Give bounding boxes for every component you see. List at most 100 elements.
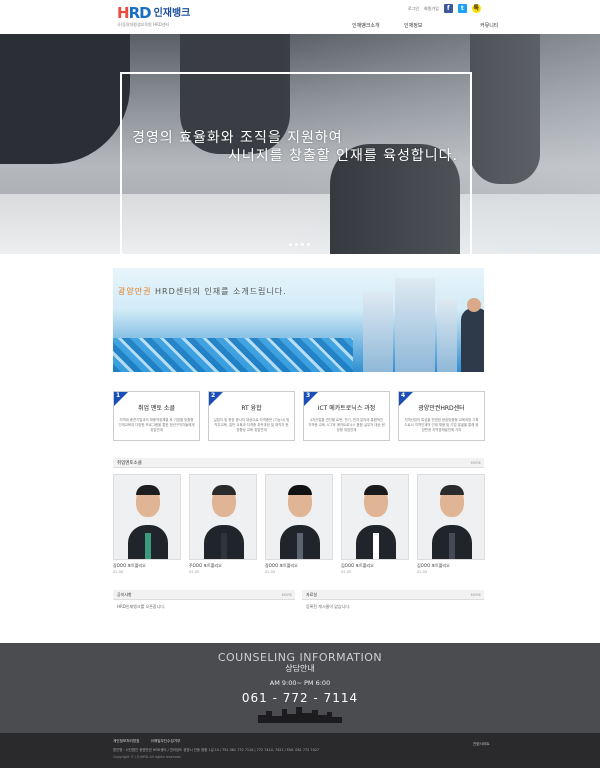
login-link[interactable]: 로그인 bbox=[408, 6, 419, 12]
card-number: 3 bbox=[306, 392, 311, 399]
archive-title: 자료실 bbox=[306, 592, 318, 597]
hero-headline-1: 경영의 효율화와 조직을 지원하여 bbox=[132, 130, 343, 146]
counsel-phone[interactable]: 061 - 772 - 7114 bbox=[0, 691, 600, 705]
graduates-title: 취업멘토소클 bbox=[117, 461, 142, 466]
main-nav: 인재뱅크소개 인재정보 커뮤니티 bbox=[352, 22, 532, 29]
program-card[interactable]: 2 RT 융합 실업자 및 현장 종사자 대상으로 자격증반 (기능사) 및 직… bbox=[208, 391, 295, 441]
intro-banner[interactable]: 광양만권 HRD센터의 인재를 소개드립니다. bbox=[113, 268, 484, 372]
graduate-name[interactable]: 김OOO 포트폴리오 bbox=[417, 563, 485, 569]
program-cards: 1 취업 멘토 소클 지역내 중견기업과의 채용약정체결 후 기업별 맞춤형 인… bbox=[113, 391, 485, 441]
photo-tie bbox=[145, 533, 151, 559]
photo-tie bbox=[297, 533, 303, 559]
footer-copyright: Copyright © (사)HRD All rights reserved. bbox=[113, 755, 182, 759]
graduate-card[interactable]: 김OOO 포트폴리오 02-05 bbox=[417, 474, 485, 574]
twitter-icon[interactable]: t bbox=[457, 4, 467, 13]
footer-links: 개인정보처리방침 이메일무단수집거부 bbox=[113, 739, 190, 744]
program-card[interactable]: 1 취업 멘토 소클 지역내 중견기업과의 채용약정체결 후 기업별 맞춤형 인… bbox=[113, 391, 200, 441]
privacy-policy-link[interactable]: 개인정보처리방침 bbox=[113, 739, 139, 743]
program-card[interactable]: 3 ICT 메카트로닉스 과정 4차산업을 견인할 로봇, 전기, 전자 분야의… bbox=[303, 391, 390, 441]
slider-dot[interactable] bbox=[307, 243, 310, 246]
graduates-header: 취업멘토소클 MORE bbox=[113, 458, 484, 468]
join-link[interactable]: 회원가입 bbox=[424, 6, 439, 12]
banner-person bbox=[461, 308, 484, 372]
notice-more-link[interactable]: MORE bbox=[282, 593, 292, 597]
card-number: 4 bbox=[401, 392, 406, 399]
graduate-name[interactable]: 주OOO 포트폴리오 bbox=[189, 563, 257, 569]
notice-item[interactable]: HRD인재뱅크를 오픈합니다. bbox=[113, 600, 295, 614]
banner-person-head bbox=[467, 298, 481, 312]
email-refusal-link[interactable]: 이메일무단수집거부 bbox=[151, 739, 181, 743]
photo-tie bbox=[373, 533, 379, 559]
footer-address: 법인명 : 사단법인 광양만권 HRD센터 / 전라남도 광양시 인동 현황 1… bbox=[113, 748, 320, 752]
card-desc: 4차산업을 견인할 로봇, 전기, 전자 분야의 통합적인 자격증 교육, IC… bbox=[308, 418, 385, 432]
card-desc: 실업자 및 현장 종사자 대상으로 자격증반 (기능사) 및 직무교육, 일반 … bbox=[213, 418, 290, 432]
building-shape bbox=[437, 298, 457, 372]
nav-about[interactable]: 인재뱅크소개 bbox=[352, 22, 404, 29]
slider-dot[interactable] bbox=[295, 243, 298, 246]
logo-korean: 인재뱅크 bbox=[153, 8, 191, 19]
graduate-photo[interactable] bbox=[341, 474, 409, 560]
slider-dots bbox=[289, 243, 310, 246]
graduate-card[interactable]: 주OOO 포트폴리오 02-05 bbox=[189, 474, 257, 574]
photo-hair bbox=[136, 485, 160, 495]
graduate-card[interactable]: 장OOO 포트폴리오 02-05 bbox=[265, 474, 333, 574]
banner-text: 광양만권 HRD센터의 인재를 소개드립니다. bbox=[118, 287, 287, 296]
building-shape bbox=[395, 278, 435, 372]
photo-hair bbox=[212, 485, 236, 495]
graduate-date: 02-05 bbox=[341, 570, 352, 574]
graduates-list: 강OOO 포트폴리오 02-06 주OOO 포트폴리오 02-05 장OOO 포트폴리오… bbox=[113, 474, 485, 574]
graduate-name[interactable]: 장OOO 포트폴리오 bbox=[265, 563, 333, 569]
banner-cubes bbox=[113, 338, 353, 372]
slider-dot[interactable] bbox=[289, 243, 292, 246]
graduate-name[interactable]: 강OOO 포트폴리오 bbox=[113, 563, 181, 569]
facebook-icon[interactable]: f bbox=[443, 4, 453, 13]
hero-person-shape bbox=[0, 34, 130, 164]
counsel-title: 상담안내 bbox=[285, 664, 315, 673]
graduate-photo[interactable] bbox=[265, 474, 333, 560]
logo-mark: HRD bbox=[117, 4, 152, 22]
graduate-photo[interactable] bbox=[113, 474, 181, 560]
graduate-photo[interactable] bbox=[189, 474, 257, 560]
photo-hair bbox=[364, 485, 388, 495]
building-shape bbox=[363, 292, 393, 372]
hero-slider: 경영의 효율화와 조직을 지원하여 시너지를 창출할 인재를 육성합니다. bbox=[0, 34, 600, 254]
top-links: 로그인 회원가입 f t 톡 bbox=[408, 4, 481, 13]
related-sites-select[interactable]: 관련사이트 bbox=[473, 742, 490, 747]
archive-more-link[interactable]: MORE bbox=[471, 593, 481, 597]
photo-tie bbox=[221, 533, 227, 559]
counsel-hours: AM 9:00~ PM 6:00 bbox=[269, 679, 331, 687]
nav-talent-info[interactable]: 인재정보 bbox=[404, 22, 456, 29]
archive-box: 자료실 MORE 등록된 게시물이 없습니다. bbox=[302, 590, 484, 620]
photo-hair bbox=[288, 485, 312, 495]
program-card[interactable]: 4 광양만권HRD센터 지역산업의 특성을 반영한 현장맞춤형 교육과정 기획으… bbox=[398, 391, 485, 441]
card-desc: 지역내 중견기업과의 채용약정체결 후 기업별 맞춤형 인재교육과 다양한 프로… bbox=[118, 418, 195, 432]
card-number: 1 bbox=[116, 392, 121, 399]
card-number: 2 bbox=[211, 392, 216, 399]
city-skyline-icon bbox=[258, 707, 342, 723]
graduate-date: 02-05 bbox=[189, 570, 200, 574]
graduate-photo[interactable] bbox=[417, 474, 485, 560]
site-header: HRD 인재뱅크 사)동명대평생교육원 HRD센터 로그인 회원가입 f t 톡… bbox=[0, 0, 600, 34]
photo-tie bbox=[449, 533, 455, 559]
graduate-date: 02-05 bbox=[417, 570, 428, 574]
archive-header: 자료실 MORE bbox=[302, 590, 484, 600]
card-desc: 지역산업의 특성을 반영한 현장맞춤형 교육과정 기획으로서 지역인재의 인재 … bbox=[404, 418, 479, 432]
graduate-date: 02-05 bbox=[265, 570, 276, 574]
hero-headline-2: 시너지를 창출할 인재를 육성합니다. bbox=[228, 148, 458, 164]
nav-community[interactable]: 커뮤니티 bbox=[480, 22, 532, 29]
notice-header: 공지사항 MORE bbox=[113, 590, 295, 600]
archive-empty-text: 등록된 게시물이 없습니다. bbox=[306, 604, 351, 609]
graduates-more-link[interactable]: MORE bbox=[471, 461, 481, 465]
site-footer: 개인정보처리방침 이메일무단수집거부 법인명 : 사단법인 광양만권 HRD센터… bbox=[0, 733, 600, 768]
counseling-info: COUNSELING INFORMATION 상담안내 AM 9:00~ PM … bbox=[0, 643, 600, 733]
notice-box: 공지사항 MORE HRD인재뱅크를 오픈합니다. bbox=[113, 590, 295, 620]
notice-title: 공지사항 bbox=[117, 592, 132, 597]
graduate-card[interactable]: 강OOO 포트폴리오 02-06 bbox=[113, 474, 181, 574]
photo-hair bbox=[440, 485, 464, 495]
graduate-card[interactable]: 김OOO 포트폴리오 02-05 bbox=[341, 474, 409, 574]
graduate-name[interactable]: 김OOO 포트폴리오 bbox=[341, 563, 409, 569]
logo-subtitle: 사)동명대평생교육원 HRD센터 bbox=[117, 22, 170, 27]
site-logo[interactable]: HRD 인재뱅크 사)동명대평생교육원 HRD센터 bbox=[117, 6, 190, 28]
slider-dot[interactable] bbox=[301, 243, 304, 246]
kakao-icon[interactable]: 톡 bbox=[471, 4, 481, 13]
